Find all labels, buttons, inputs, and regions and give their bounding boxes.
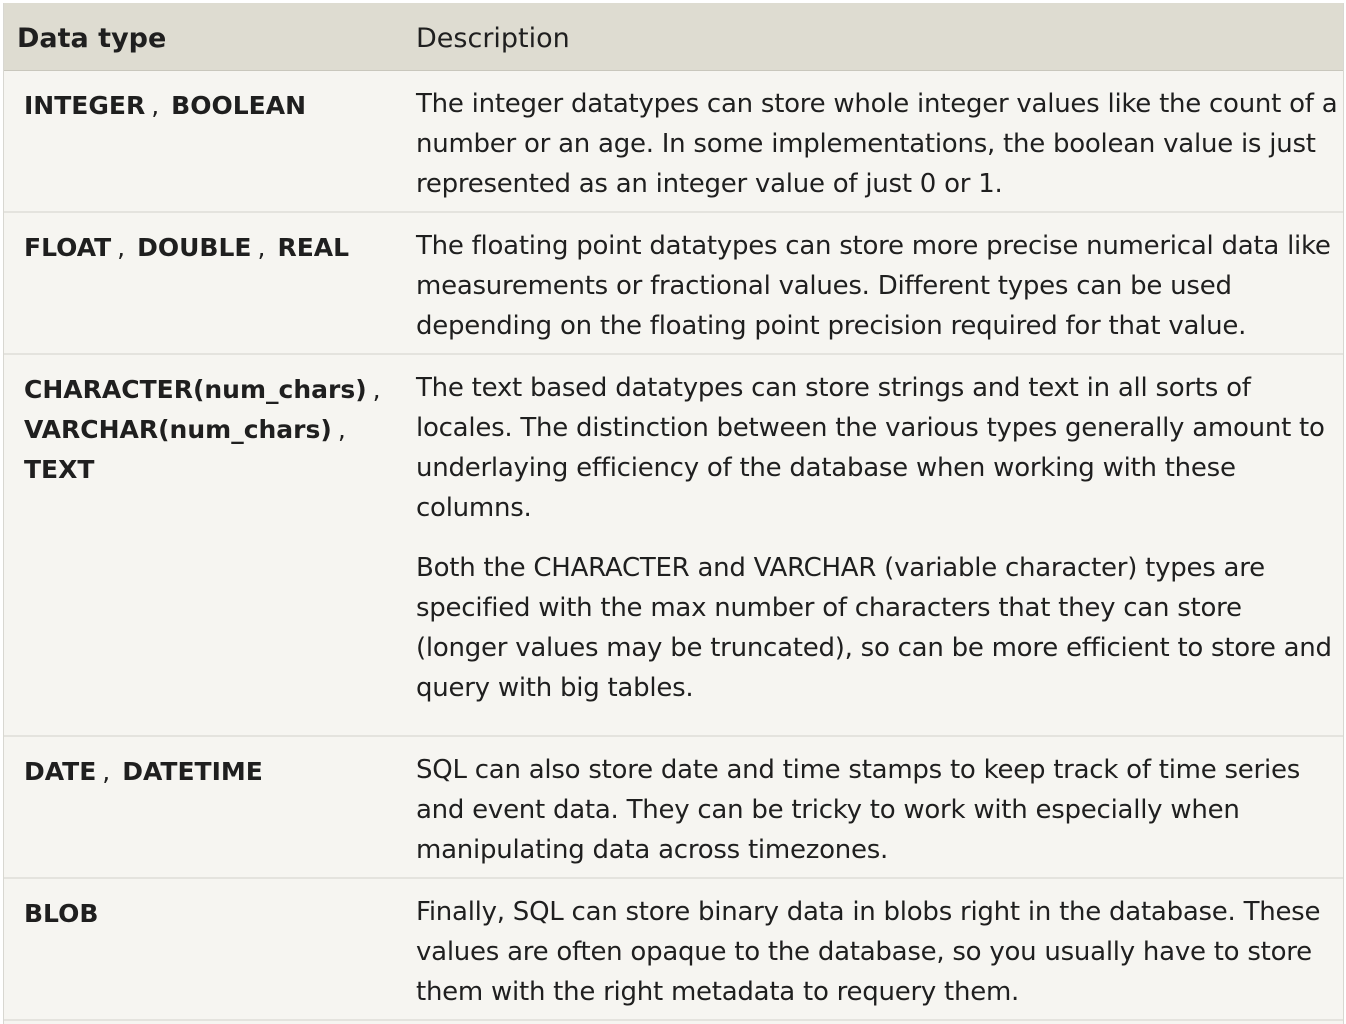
- table-row: DATE, DATETIME SQL can also store date an…: [4, 737, 1343, 879]
- type-name: FLOAT: [24, 233, 112, 262]
- description-text: The floating point datatypes can store m…: [416, 231, 1331, 341]
- type-name: DOUBLE: [137, 233, 252, 262]
- type-name: DATE: [24, 757, 97, 786]
- type-separator: ,: [372, 375, 381, 404]
- type-name: DATETIME: [122, 757, 263, 786]
- description-text: The integer datatypes can store whole in…: [416, 89, 1338, 199]
- description-cell: SQL can also store date and time stamps …: [416, 750, 1340, 870]
- description-text: Both the CHARACTER and VARCHAR (variable…: [416, 553, 1332, 703]
- data-types-table: Data type Description INTEGER, BOOLEAN Th…: [3, 3, 1344, 1024]
- table-row: CHARACTER(num_chars), VARCHAR(num_chars)…: [4, 355, 1343, 737]
- type-separator: ,: [337, 415, 346, 444]
- type-cell: FLOAT, DOUBLE, REAL: [24, 228, 394, 268]
- type-cell: BLOB: [24, 894, 394, 934]
- type-name: CHARACTER(num_chars): [24, 375, 367, 404]
- type-name: BLOB: [24, 899, 99, 928]
- description-text: The text based datatypes can store strin…: [416, 373, 1325, 523]
- table-row: FLOAT, DOUBLE, REAL The floating point dat…: [4, 213, 1343, 355]
- type-name: BOOLEAN: [171, 91, 307, 120]
- type-cell: DATE, DATETIME: [24, 752, 394, 792]
- type-name: VARCHAR(num_chars): [24, 415, 332, 444]
- type-name: TEXT: [24, 455, 95, 484]
- type-separator: ,: [102, 757, 111, 786]
- type-name: INTEGER: [24, 91, 146, 120]
- type-separator: ,: [117, 233, 126, 262]
- table-row: BLOB Finally, SQL can store binary data …: [4, 879, 1343, 1021]
- description-cell: The text based datatypes can store strin…: [416, 368, 1340, 708]
- description-cell: Finally, SQL can store binary data in bl…: [416, 892, 1340, 1012]
- description-cell: The integer datatypes can store whole in…: [416, 84, 1340, 204]
- type-name: REAL: [277, 233, 350, 262]
- table-header: Data type Description: [4, 3, 1343, 71]
- type-cell: CHARACTER(num_chars), VARCHAR(num_chars)…: [24, 370, 394, 490]
- header-description: Description: [416, 23, 570, 54]
- description-cell: The floating point datatypes can store m…: [416, 226, 1340, 346]
- header-data-type: Data type: [17, 23, 167, 54]
- description-text: SQL can also store date and time stamps …: [416, 755, 1300, 865]
- type-cell: INTEGER, BOOLEAN: [24, 86, 394, 126]
- type-separator: ,: [257, 233, 266, 262]
- type-separator: ,: [151, 91, 160, 120]
- table-row: INTEGER, BOOLEAN The integer datatypes ca…: [4, 71, 1343, 213]
- description-text: Finally, SQL can store binary data in bl…: [416, 897, 1321, 1007]
